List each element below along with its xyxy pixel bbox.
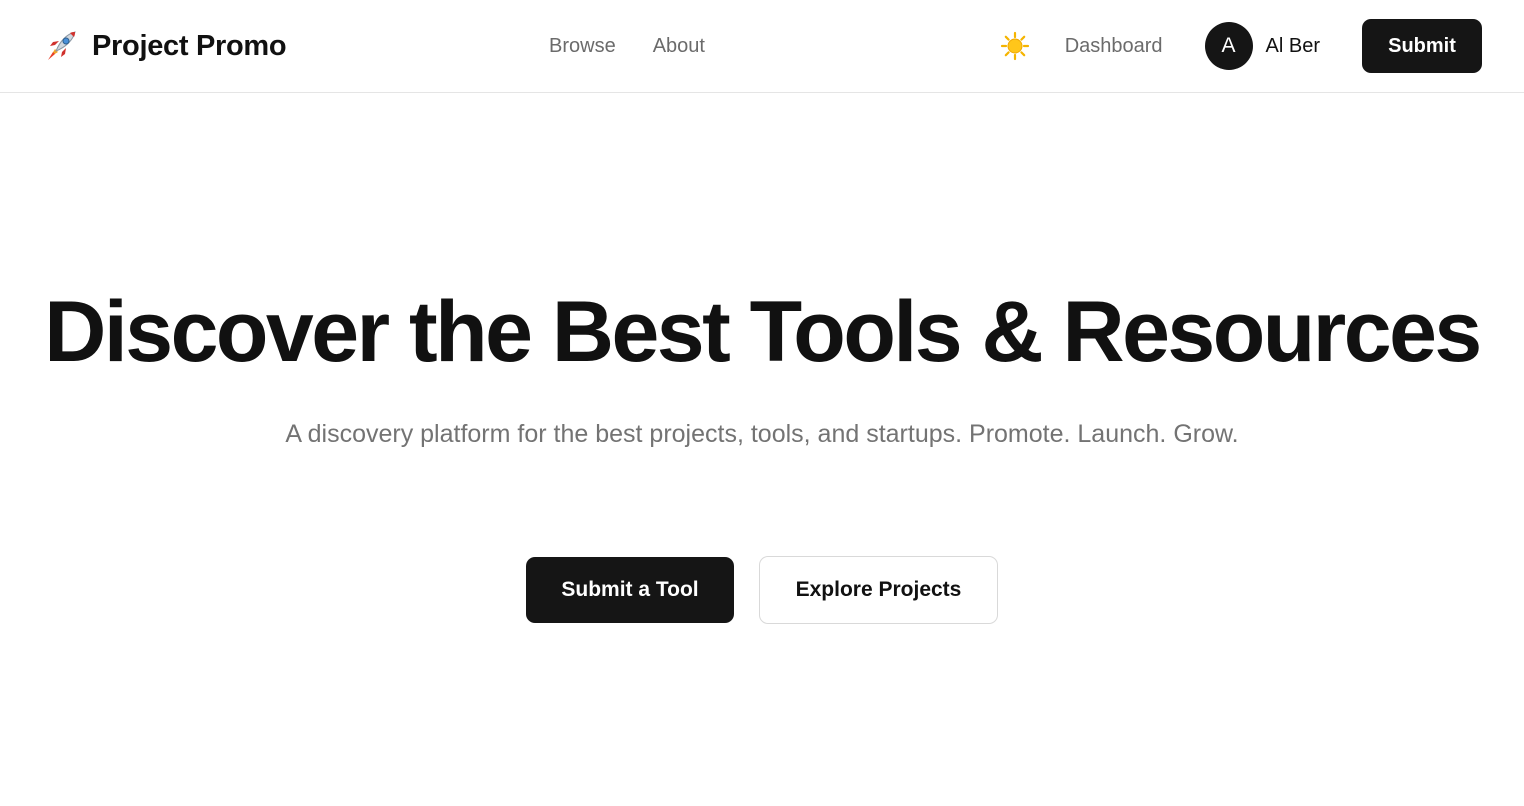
submit-button[interactable]: Submit xyxy=(1362,19,1482,73)
hero-actions: Submit a Tool Explore Projects xyxy=(0,556,1524,624)
submit-tool-button[interactable]: Submit a Tool xyxy=(526,557,734,623)
main-nav: Browse About xyxy=(549,0,705,92)
explore-projects-button[interactable]: Explore Projects xyxy=(759,556,998,624)
navbar: Project Promo Browse About Dashboard A A… xyxy=(0,0,1524,93)
hero-section: Discover the Best Tools & Resources A di… xyxy=(0,93,1524,806)
brand-link[interactable]: Project Promo xyxy=(42,27,287,65)
nav-about[interactable]: About xyxy=(653,35,705,58)
avatar: A xyxy=(1204,22,1253,70)
nav-right: Dashboard A Al Ber Submit xyxy=(1000,0,1482,92)
hero-subtitle: A discovery platform for the best projec… xyxy=(285,420,1239,448)
rocket-icon xyxy=(42,27,80,65)
user-menu[interactable]: A Al Ber xyxy=(1204,22,1320,70)
user-name: Al Ber xyxy=(1265,34,1320,57)
brand-name: Project Promo xyxy=(92,29,287,62)
hero-title: Discover the Best Tools & Resources xyxy=(44,284,1482,380)
nav-dashboard[interactable]: Dashboard xyxy=(1065,35,1163,58)
nav-browse[interactable]: Browse xyxy=(549,35,616,58)
sun-icon[interactable] xyxy=(1000,31,1030,61)
